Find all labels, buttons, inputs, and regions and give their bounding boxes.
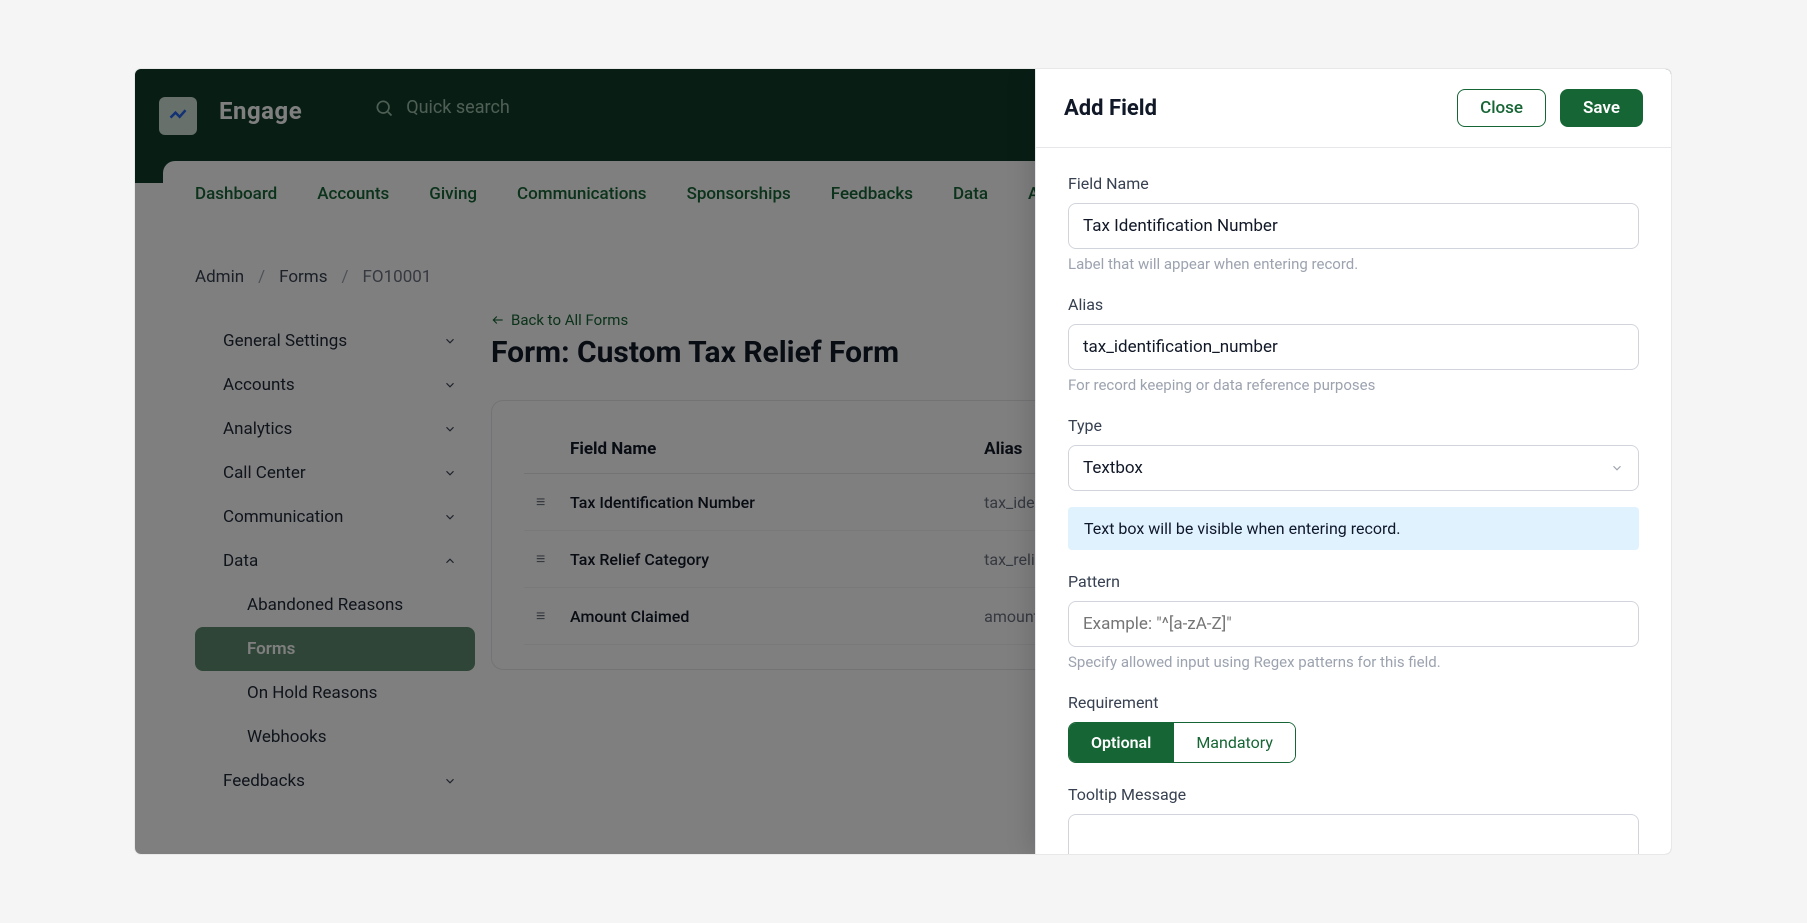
tab-sponsorships[interactable]: Sponsorships	[687, 184, 791, 204]
tab-communications[interactable]: Communications	[517, 184, 647, 204]
search-icon	[374, 98, 394, 118]
tab-feedbacks[interactable]: Feedbacks	[831, 184, 913, 204]
drag-handle-icon[interactable]: ≡	[524, 531, 558, 588]
sidebar-item-analytics[interactable]: Analytics	[195, 407, 475, 451]
arrow-left-icon	[491, 313, 505, 327]
chevron-up-icon	[443, 554, 457, 568]
sidebar-item-label: Webhooks	[247, 727, 327, 747]
search-placeholder: Quick search	[406, 97, 510, 118]
pattern-label: Pattern	[1068, 572, 1639, 591]
col-field-name: Field Name	[558, 425, 972, 474]
sidebar-item-general-settings[interactable]: General Settings	[195, 319, 475, 363]
sidebar-item-label: Communication	[223, 507, 343, 527]
close-button[interactable]: Close	[1457, 89, 1546, 127]
chevron-down-icon	[443, 510, 457, 524]
search-field[interactable]: Quick search	[374, 97, 510, 118]
type-select[interactable]: Textbox	[1068, 445, 1639, 491]
tab-dashboard[interactable]: Dashboard	[195, 184, 277, 204]
sidebar-item-label: Abandoned Reasons	[247, 595, 403, 615]
alias-input[interactable]	[1068, 324, 1639, 370]
requirement-optional-button[interactable]: Optional	[1069, 723, 1173, 762]
field-name-input[interactable]	[1068, 203, 1639, 249]
drag-handle-icon[interactable]: ≡	[524, 474, 558, 531]
logo-icon	[168, 106, 188, 126]
drawer-body: Field Name Label that will appear when e…	[1036, 148, 1671, 854]
tooltip-input[interactable]	[1068, 814, 1639, 854]
sidebar-item-communication[interactable]: Communication	[195, 495, 475, 539]
sidebar-item-label: Analytics	[223, 419, 292, 439]
sidebar-item-data[interactable]: Data	[195, 539, 475, 583]
back-link-label: Back to All Forms	[511, 311, 628, 329]
save-button[interactable]: Save	[1560, 89, 1643, 127]
type-info-box: Text box will be visible when entering r…	[1068, 507, 1639, 550]
drawer-header: Add Field Close Save	[1036, 69, 1671, 148]
sidebar-item-label: Forms	[247, 639, 295, 659]
field-name-label: Field Name	[1068, 174, 1639, 193]
app-name: Engage	[219, 97, 302, 125]
breadcrumb-sep: /	[342, 267, 349, 287]
chevron-down-icon	[443, 422, 457, 436]
sidebar-subitem-abandoned-reasons[interactable]: Abandoned Reasons	[195, 583, 475, 627]
cell-field-name: Amount Claimed	[558, 588, 972, 645]
sidebar-item-feedbacks[interactable]: Feedbacks	[195, 759, 475, 803]
requirement-label: Requirement	[1068, 693, 1639, 712]
breadcrumb-forms[interactable]: Forms	[279, 267, 327, 287]
chevron-down-icon	[443, 774, 457, 788]
drag-handle-icon[interactable]: ≡	[524, 588, 558, 645]
sidebar-item-label: Data	[223, 551, 258, 571]
requirement-mandatory-button[interactable]: Mandatory	[1173, 723, 1295, 762]
breadcrumb-id: FO10001	[363, 267, 432, 287]
sidebar-item-label: Accounts	[223, 375, 295, 395]
sidebar-item-accounts[interactable]: Accounts	[195, 363, 475, 407]
cell-field-name: Tax Relief Category	[558, 531, 972, 588]
sidebar-item-call-center[interactable]: Call Center	[195, 451, 475, 495]
sidebar-item-label: Call Center	[223, 463, 306, 483]
breadcrumb-sep: /	[258, 267, 265, 287]
settings-sidebar: General Settings Accounts Analytics Call…	[195, 319, 475, 803]
chevron-down-icon	[443, 378, 457, 392]
chevron-down-icon	[1610, 461, 1624, 475]
alias-label: Alias	[1068, 295, 1639, 314]
pattern-input[interactable]	[1068, 601, 1639, 647]
tab-accounts[interactable]: Accounts	[317, 184, 389, 204]
sidebar-item-label: On Hold Reasons	[247, 683, 377, 703]
type-value: Textbox	[1083, 458, 1143, 478]
sidebar-item-label: General Settings	[223, 331, 347, 351]
add-field-drawer: Add Field Close Save Field Name Label th…	[1035, 69, 1671, 854]
chevron-down-icon	[443, 334, 457, 348]
back-to-forms-link[interactable]: Back to All Forms	[491, 311, 628, 329]
tab-giving[interactable]: Giving	[429, 184, 477, 204]
field-name-help: Label that will appear when entering rec…	[1068, 255, 1639, 273]
requirement-segmented: Optional Mandatory	[1068, 722, 1296, 763]
sidebar-item-label: Feedbacks	[223, 771, 305, 791]
app-logo	[159, 97, 197, 135]
pattern-help: Specify allowed input using Regex patter…	[1068, 653, 1639, 671]
tab-data[interactable]: Data	[953, 184, 988, 204]
sidebar-subitem-on-hold-reasons[interactable]: On Hold Reasons	[195, 671, 475, 715]
drawer-title: Add Field	[1064, 96, 1157, 121]
cell-field-name: Tax Identification Number	[558, 474, 972, 531]
sidebar-subitem-forms[interactable]: Forms	[195, 627, 475, 671]
sidebar-subitem-webhooks[interactable]: Webhooks	[195, 715, 475, 759]
tooltip-label: Tooltip Message	[1068, 785, 1639, 804]
breadcrumb-admin[interactable]: Admin	[195, 267, 244, 287]
alias-help: For record keeping or data reference pur…	[1068, 376, 1639, 394]
chevron-down-icon	[443, 466, 457, 480]
type-label: Type	[1068, 416, 1639, 435]
